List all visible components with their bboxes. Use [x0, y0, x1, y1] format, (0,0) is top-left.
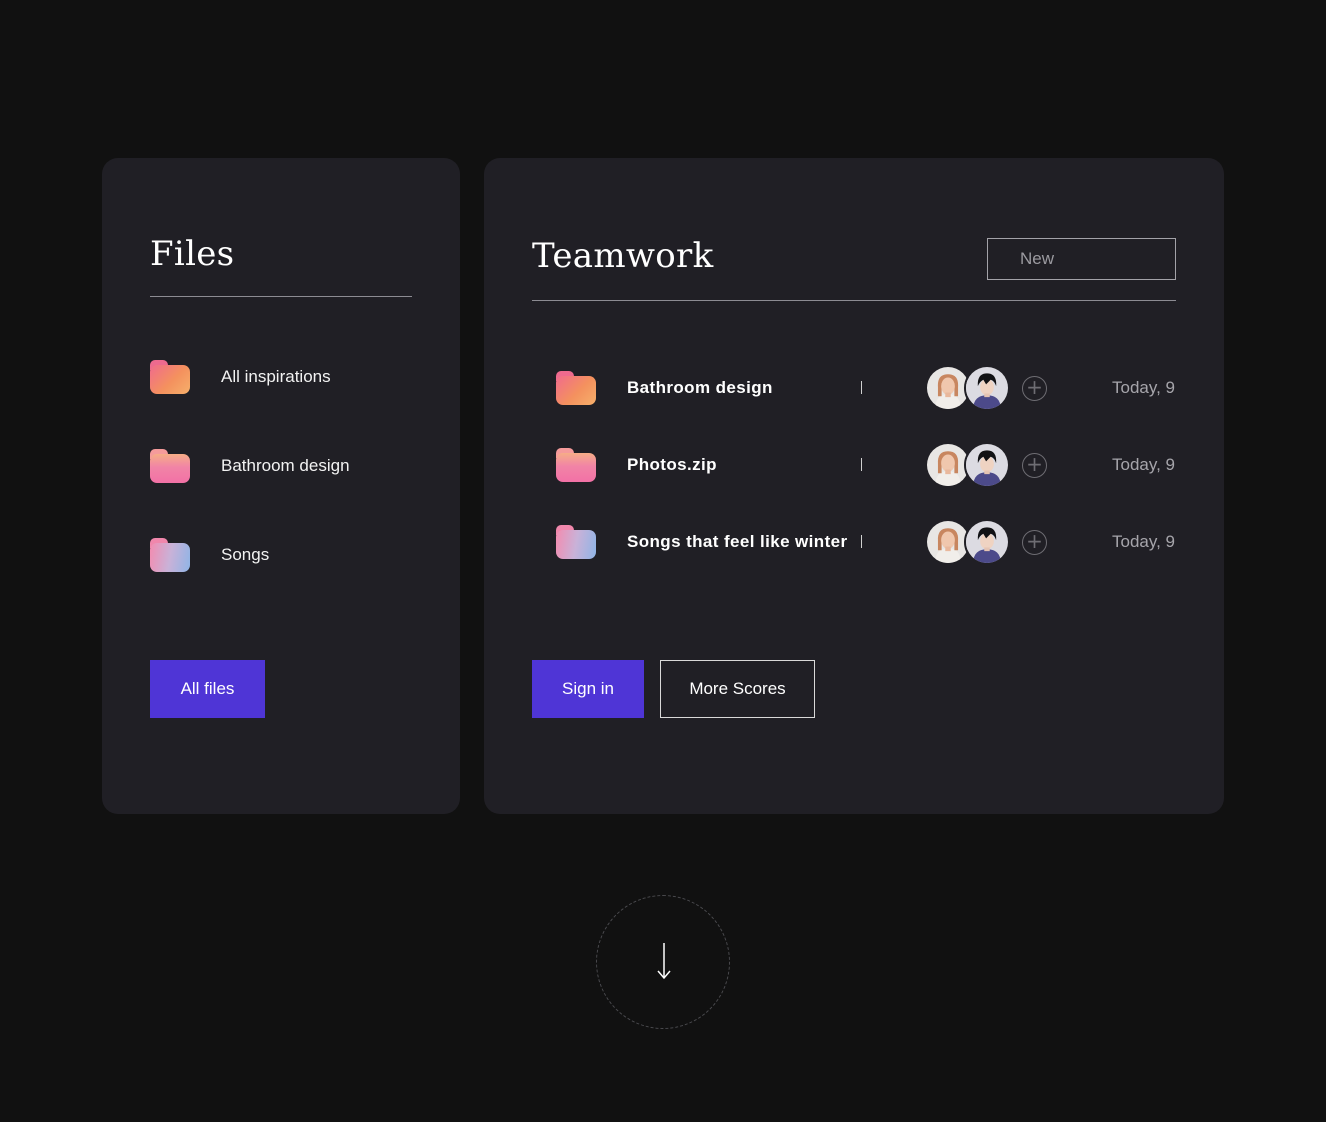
- folder-icon: [150, 538, 190, 572]
- more-scores-button[interactable]: More Scores: [660, 660, 815, 718]
- add-member-icon[interactable]: +: [1022, 530, 1047, 555]
- avatar[interactable]: [964, 365, 1010, 411]
- file-item-songs[interactable]: Songs: [150, 536, 410, 576]
- all-files-button[interactable]: All files: [150, 660, 265, 718]
- avatar[interactable]: [964, 442, 1010, 488]
- scroll-down-button[interactable]: [596, 895, 730, 1029]
- file-item-label: Bathroom design: [221, 456, 350, 475]
- team-row-name: Songs that feel like winter: [627, 532, 848, 551]
- folder-icon: [150, 449, 190, 483]
- file-item-label: All inspirations: [221, 367, 331, 386]
- new-input[interactable]: [987, 238, 1176, 280]
- row-separator: [861, 535, 862, 548]
- files-panel: Files All inspirations Bathroom design S…: [102, 158, 460, 814]
- team-row[interactable]: Photos.zip + Today, 9:: [556, 440, 1176, 490]
- files-title: Files: [150, 234, 235, 274]
- teamwork-title: Teamwork: [532, 236, 714, 276]
- avatar[interactable]: [964, 519, 1010, 565]
- teamwork-divider: [532, 300, 1176, 301]
- row-separator: [861, 381, 862, 394]
- folder-icon: [556, 525, 596, 559]
- team-row[interactable]: Songs that feel like winter + Today, 9:: [556, 517, 1176, 567]
- file-item-bathroom-design[interactable]: Bathroom design: [150, 447, 410, 487]
- sign-in-button[interactable]: Sign in: [532, 660, 644, 718]
- team-row-name: Photos.zip: [627, 455, 717, 474]
- team-row-date: Today, 9:: [1112, 455, 1176, 474]
- team-row-date: Today, 9:: [1112, 378, 1176, 397]
- folder-icon: [556, 371, 596, 405]
- row-separator: [861, 458, 862, 471]
- add-member-icon[interactable]: +: [1022, 376, 1047, 401]
- team-row-date: Today, 9:: [1112, 532, 1176, 551]
- file-item-all-inspirations[interactable]: All inspirations: [150, 358, 410, 398]
- arrow-down-icon: [657, 943, 671, 980]
- add-member-icon[interactable]: +: [1022, 453, 1047, 478]
- teamwork-panel: Teamwork Bathroom design + Today, 9: Pho…: [484, 158, 1224, 814]
- team-row[interactable]: Bathroom design + Today, 9:: [556, 363, 1176, 413]
- file-item-label: Songs: [221, 545, 270, 564]
- team-row-name: Bathroom design: [627, 378, 773, 397]
- folder-icon: [150, 360, 190, 394]
- folder-icon: [556, 448, 596, 482]
- files-divider: [150, 296, 412, 297]
